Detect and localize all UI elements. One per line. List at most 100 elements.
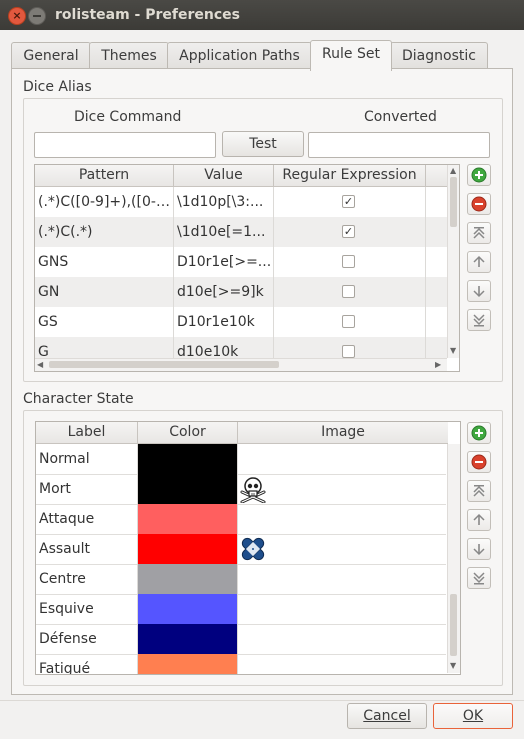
table-row[interactable]: Assault (36, 534, 446, 565)
remove-state-button[interactable] (467, 451, 491, 473)
state-label-cell[interactable]: Normal (36, 444, 138, 474)
move-alias-down-button[interactable] (467, 280, 491, 302)
table-row[interactable]: GNS D10r1e[>=... (35, 247, 447, 278)
value-cell[interactable]: D10r1e10k (174, 307, 274, 337)
state-image-cell[interactable] (238, 444, 446, 474)
regex-cell[interactable] (274, 247, 426, 277)
cancel-button[interactable]: Cancel (347, 703, 427, 729)
state-label-cell[interactable]: Centre (36, 564, 138, 594)
character-state-vertical-scrollbar[interactable]: ▼ (447, 444, 460, 673)
table-row[interactable]: GN d10e[>=9]k (35, 277, 447, 308)
pattern-cell[interactable]: (.*)C(.*) (35, 217, 174, 247)
state-label-cell[interactable]: Fatigué (36, 654, 138, 674)
state-image-cell[interactable] (238, 504, 446, 534)
minimize-window-button[interactable] (28, 7, 46, 25)
remove-alias-button[interactable] (467, 193, 491, 215)
pattern-cell[interactable]: (.*)C([0-9]+),([0-9]+) (35, 187, 174, 217)
move-alias-up-button[interactable] (467, 251, 491, 273)
state-image-cell[interactable] (238, 624, 446, 654)
dice-command-input[interactable] (34, 132, 216, 158)
table-row[interactable]: Centre (36, 564, 446, 595)
state-color-cell[interactable] (138, 474, 238, 504)
table-row[interactable]: Fatigué (36, 654, 446, 674)
move-alias-bottom-button[interactable] (467, 309, 491, 331)
table-row[interactable]: GS D10r1e10k (35, 307, 447, 338)
table-row[interactable]: (.*)C([0-9]+),([0-9]+) \1d10p[\3:... ✓ (35, 187, 447, 218)
table-row[interactable]: Normal (36, 444, 446, 475)
table-row[interactable]: Attaque (36, 504, 446, 535)
column-header-label[interactable]: Label (36, 422, 138, 443)
column-header-image[interactable]: Image (238, 422, 448, 443)
regex-cell[interactable]: ✓ (274, 217, 426, 247)
move-state-up-button[interactable] (467, 509, 491, 531)
converted-input[interactable] (308, 132, 490, 158)
tab-themes[interactable]: Themes (89, 42, 169, 69)
state-label-cell[interactable]: Défense (36, 624, 138, 654)
pattern-cell[interactable]: GN (35, 277, 174, 307)
state-image-cell[interactable] (238, 474, 446, 504)
close-window-button[interactable]: × (8, 7, 26, 25)
move-state-bottom-button[interactable] (467, 567, 491, 589)
move-state-top-button[interactable] (467, 480, 491, 502)
state-label-cell[interactable]: Attaque (36, 504, 138, 534)
add-state-button[interactable] (467, 422, 491, 444)
value-cell[interactable]: d10e[>=9]k (174, 277, 274, 307)
scroll-right-arrow-icon[interactable]: ▶ (435, 360, 441, 370)
state-label-cell[interactable]: Assault (36, 534, 138, 564)
state-color-cell[interactable] (138, 624, 238, 654)
state-image-cell[interactable] (238, 534, 446, 564)
scroll-thumb[interactable] (49, 361, 279, 368)
character-state-table[interactable]: Label Color Image Normal Mort Attaque As… (35, 421, 461, 675)
ok-button[interactable]: OK (433, 703, 513, 729)
column-header-regex[interactable]: Regular Expression (274, 165, 426, 186)
regex-cell[interactable] (274, 277, 426, 307)
state-label-cell[interactable]: Mort (36, 474, 138, 504)
value-cell[interactable]: \1d10p[\3:... (174, 187, 274, 217)
dice-alias-vertical-scrollbar[interactable]: ▲ ▼ (447, 165, 459, 358)
state-color-cell[interactable] (138, 534, 238, 564)
scroll-thumb[interactable] (450, 594, 457, 656)
state-color-cell[interactable] (138, 504, 238, 534)
column-header-color[interactable]: Color (138, 422, 238, 443)
table-row[interactable]: Esquive (36, 594, 446, 625)
dice-alias-table[interactable]: Pattern Value Regular Expression (.*)C([… (34, 164, 460, 372)
state-color-cell[interactable] (138, 564, 238, 594)
move-state-down-button[interactable] (467, 538, 491, 560)
regex-checkbox[interactable]: ✓ (342, 195, 355, 208)
table-row[interactable]: Mort (36, 474, 446, 505)
column-header-value[interactable]: Value (174, 165, 274, 186)
scroll-down-arrow-icon[interactable]: ▼ (450, 346, 456, 356)
table-row[interactable]: (.*)C(.*) \1d10e[=1... ✓ (35, 217, 447, 248)
state-image-cell[interactable] (238, 654, 446, 674)
tab-diagnostic[interactable]: Diagnostic (390, 42, 488, 69)
regex-checkbox[interactable] (342, 255, 355, 268)
move-alias-top-button[interactable] (467, 222, 491, 244)
value-cell[interactable]: \1d10e[=1... (174, 217, 274, 247)
tab-application-paths[interactable]: Application Paths (167, 42, 312, 69)
add-alias-button[interactable] (467, 164, 491, 186)
table-row[interactable]: Défense (36, 624, 446, 655)
state-label-cell[interactable]: Esquive (36, 594, 138, 624)
state-image-cell[interactable] (238, 594, 446, 624)
regex-checkbox[interactable] (342, 315, 355, 328)
scroll-up-arrow-icon[interactable]: ▲ (450, 166, 456, 176)
tab-general[interactable]: General (11, 42, 91, 69)
regex-cell[interactable] (274, 307, 426, 337)
dice-alias-horizontal-scrollbar[interactable]: ◀ ▶ (35, 358, 447, 371)
state-color-cell[interactable] (138, 654, 238, 674)
scroll-down-arrow-icon[interactable]: ▼ (450, 661, 456, 671)
scroll-left-arrow-icon[interactable]: ◀ (37, 360, 43, 370)
title-bar[interactable]: × rolisteam - Preferences (0, 0, 524, 30)
pattern-cell[interactable]: GS (35, 307, 174, 337)
test-button[interactable]: Test (222, 131, 304, 157)
scroll-thumb[interactable] (450, 177, 457, 227)
column-header-pattern[interactable]: Pattern (35, 165, 174, 186)
regex-cell[interactable]: ✓ (274, 187, 426, 217)
state-color-cell[interactable] (138, 594, 238, 624)
regex-checkbox[interactable] (342, 345, 355, 358)
regex-checkbox[interactable]: ✓ (342, 225, 355, 238)
pattern-cell[interactable]: GNS (35, 247, 174, 277)
state-image-cell[interactable] (238, 564, 446, 594)
tab-rule-set[interactable]: Rule Set (310, 40, 392, 71)
regex-checkbox[interactable] (342, 285, 355, 298)
